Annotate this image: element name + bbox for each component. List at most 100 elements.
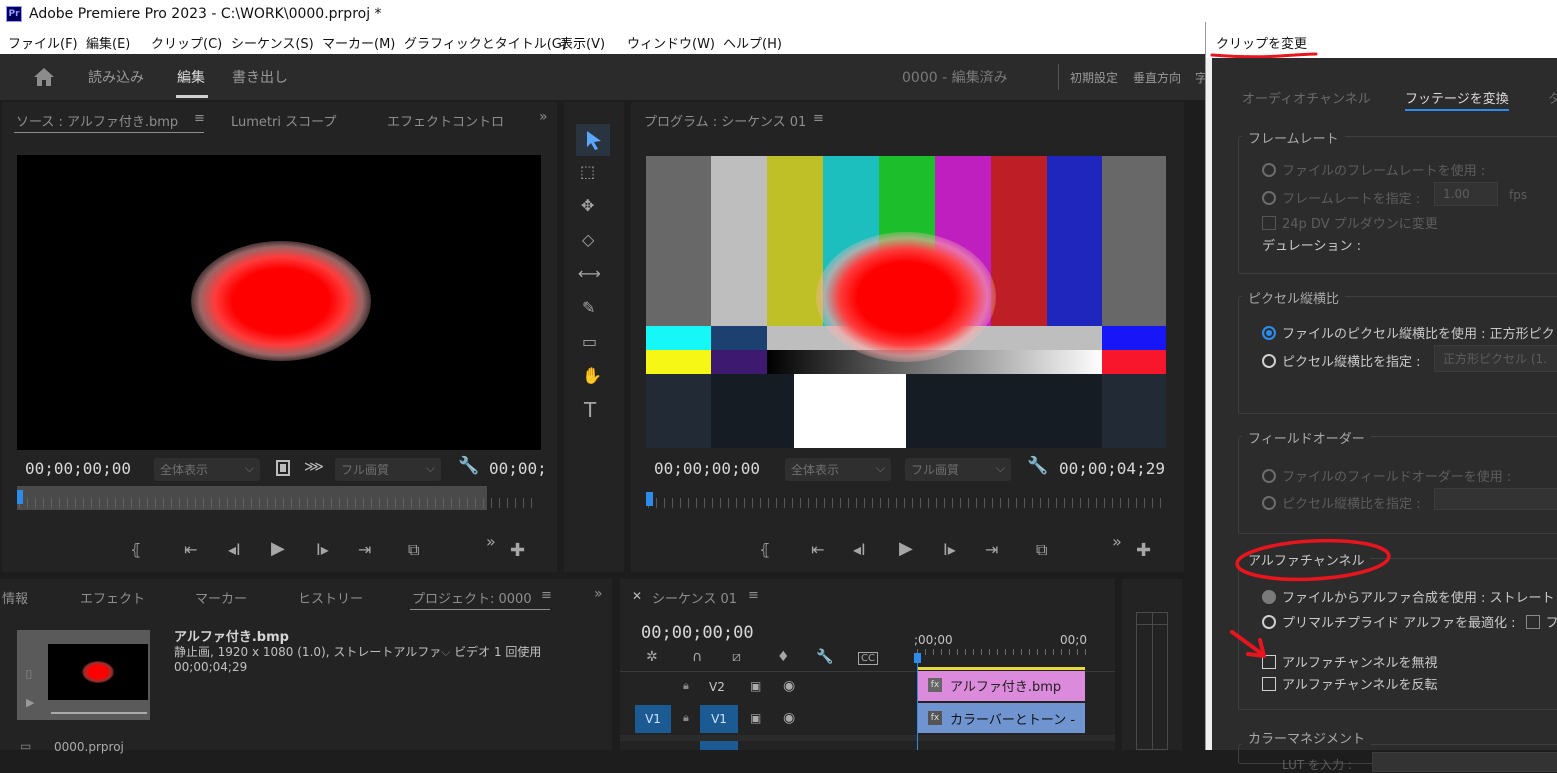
tab-sequence[interactable]: シーケンス 01: [652, 588, 737, 607]
tab-info[interactable]: 情報: [2, 588, 28, 607]
checkbox-invert-alpha[interactable]: アルファチャンネルを反転: [1262, 674, 1437, 693]
go-to-out-icon[interactable]: ⇥: [358, 540, 371, 559]
tab-project[interactable]: プロジェクト: 0000: [412, 588, 532, 607]
tab-edit[interactable]: 編集: [177, 67, 205, 87]
play-icon[interactable]: ▶: [899, 538, 913, 559]
timeline-timecode[interactable]: 00;00;00;00: [641, 623, 754, 643]
tab-interpret-footage[interactable]: フッテージを変換: [1405, 88, 1509, 107]
tab-import[interactable]: 読み込み: [88, 67, 144, 87]
source-viewer[interactable]: [17, 155, 541, 450]
menu-file[interactable]: ファイル(F): [8, 33, 78, 52]
add-button-icon[interactable]: ✚: [510, 540, 525, 561]
tab-export[interactable]: 書き出し: [232, 67, 288, 87]
eye-icon[interactable]: ◉: [783, 678, 795, 694]
razor-tool-icon[interactable]: ◇: [582, 230, 594, 249]
track-name-v2[interactable]: V2: [709, 680, 725, 694]
add-button-icon[interactable]: ✚: [1136, 540, 1151, 561]
captions-icon[interactable]: CC: [858, 652, 878, 665]
play-thumb-icon[interactable]: ▶: [26, 696, 34, 709]
wrench-icon[interactable]: 🔧: [1027, 456, 1048, 476]
tab-source[interactable]: ソース : アルファ付き.bmp: [16, 111, 178, 130]
ripple-edit-tool-icon[interactable]: ✥: [581, 196, 594, 215]
sync-lock-icon[interactable]: ▣: [750, 711, 761, 725]
wrench-icon[interactable]: 🔧: [458, 456, 479, 476]
menu-marker[interactable]: マーカー(M): [322, 33, 395, 52]
program-playhead[interactable]: [646, 492, 653, 506]
lift-icon[interactable]: ⧉: [1036, 540, 1047, 560]
track-name-v1[interactable]: V1: [700, 705, 738, 733]
radio-premultiplied-alpha[interactable]: プリマルチプライド アルファを最適化 : フ: [1262, 612, 1557, 631]
add-marker-icon[interactable]: ♦: [777, 649, 790, 665]
menu-clip[interactable]: クリップ(C): [151, 33, 222, 52]
mark-in-icon[interactable]: ⦃: [759, 540, 771, 559]
nest-icon[interactable]: ✲: [646, 649, 658, 665]
radio-conform-field-order[interactable]: ピクセル縦横比を指定 :: [1262, 493, 1421, 512]
slip-tool-icon[interactable]: ⟷: [578, 264, 601, 283]
go-to-in-icon[interactable]: ⇤: [184, 540, 197, 559]
program-fit-select[interactable]: 全体表示 ⌵: [785, 458, 891, 481]
track-name-a1[interactable]: [700, 741, 738, 750]
panel-menu-icon[interactable]: ≡: [813, 111, 824, 126]
panel-menu-icon[interactable]: ≡: [748, 588, 759, 603]
clip-v2[interactable]: fx アルファ付き.bmp: [917, 671, 1085, 701]
field-order-select[interactable]: [1434, 488, 1557, 510]
checkbox-icon[interactable]: [1525, 615, 1540, 629]
menu-edit[interactable]: 編集(E): [86, 33, 130, 52]
close-icon[interactable]: ✕: [632, 589, 642, 603]
timeline-settings-icon[interactable]: 🔧: [816, 649, 833, 665]
rectangle-tool-icon[interactable]: ▭: [582, 332, 597, 351]
program-title[interactable]: プログラム : シーケンス 01: [644, 111, 806, 130]
panel-menu-icon[interactable]: ≡: [541, 588, 552, 603]
radio-use-file-field-order[interactable]: ファイルのフィールドオーダーを使用 :: [1262, 466, 1511, 485]
checkbox-pulldown[interactable]: 24p DV プルダウンに変更: [1262, 213, 1438, 232]
tab-history[interactable]: ヒストリー: [298, 588, 363, 607]
workspace-vertical[interactable]: 垂直方向: [1133, 69, 1181, 86]
track-select-tool-icon[interactable]: ⬚: [580, 162, 595, 181]
snap-magnet-icon[interactable]: ∩: [692, 649, 702, 665]
framerate-input[interactable]: 1.00: [1434, 182, 1498, 206]
program-viewer[interactable]: [646, 156, 1166, 448]
more-panels-icon[interactable]: »: [594, 586, 603, 602]
lock-icon[interactable]: 🔒︎: [683, 711, 689, 725]
radio-use-file-pixel-aspect[interactable]: ファイルのピクセル縦横比を使用 : 正方形ピク: [1262, 323, 1555, 342]
home-icon[interactable]: [33, 67, 55, 87]
step-back-icon[interactable]: ◂Ⅰ: [853, 540, 866, 559]
radio-conform-pixel-aspect[interactable]: ピクセル縦横比を指定 :: [1262, 351, 1421, 370]
linked-selection-icon[interactable]: ⧄: [732, 649, 741, 665]
selection-tool-icon[interactable]: [584, 129, 604, 151]
pixel-aspect-select[interactable]: 正方形ピクセル (1.: [1434, 345, 1557, 372]
hand-tool-icon[interactable]: ✋: [582, 366, 602, 385]
lock-icon[interactable]: 🔒︎: [683, 679, 689, 693]
workspace-default[interactable]: 初期設定: [1070, 69, 1118, 86]
source-quality-select[interactable]: フル画質 ⌵: [335, 458, 441, 481]
tab-effect-controls[interactable]: エフェクトコントロ: [387, 111, 504, 130]
drag-video-icon[interactable]: ⋙: [304, 459, 324, 475]
program-timecode[interactable]: 00;00;00;00: [654, 459, 760, 478]
step-forward-icon[interactable]: Ⅰ▸: [943, 540, 956, 559]
thumb-scrub[interactable]: [51, 712, 147, 714]
menu-window[interactable]: ウィンドウ(W): [627, 33, 715, 52]
checkbox-ignore-alpha[interactable]: アルファチャンネルを無視: [1262, 652, 1437, 671]
lut-select[interactable]: [1372, 752, 1557, 772]
timeline-playhead[interactable]: [914, 653, 921, 663]
filmstrip-icon[interactable]: [275, 460, 291, 476]
tab-audio-channels[interactable]: オーディオチャンネル: [1242, 88, 1371, 107]
tab-timecode[interactable]: タ: [1548, 88, 1557, 107]
sync-lock-icon[interactable]: ▣: [750, 679, 761, 693]
radio-use-file-framerate[interactable]: ファイルのフレームレートを使用 :: [1262, 160, 1485, 179]
pen-tool-icon[interactable]: ✎: [582, 298, 595, 317]
step-back-icon[interactable]: ◂Ⅰ: [228, 540, 241, 559]
menu-graphics[interactable]: グラフィックとタイトル(G): [404, 33, 567, 52]
project-file-name[interactable]: 0000.prproj: [54, 740, 124, 754]
tab-effects[interactable]: エフェクト: [80, 588, 145, 607]
more-buttons-icon[interactable]: »: [486, 532, 496, 551]
more-buttons-icon[interactable]: »: [1112, 532, 1122, 551]
go-to-in-icon[interactable]: ⇤: [811, 540, 824, 559]
more-panels-icon[interactable]: »: [539, 109, 548, 125]
clip-thumbnail[interactable]: [48, 644, 148, 700]
menu-view[interactable]: 表示(V): [560, 33, 605, 52]
radio-use-file-alpha[interactable]: ファイルからアルファ合成を使用 : ストレート: [1262, 587, 1555, 606]
step-forward-icon[interactable]: Ⅰ▸: [316, 540, 329, 559]
source-fit-select[interactable]: 全体表示 ⌵: [154, 458, 260, 481]
menu-help[interactable]: ヘルプ(H): [723, 33, 782, 52]
